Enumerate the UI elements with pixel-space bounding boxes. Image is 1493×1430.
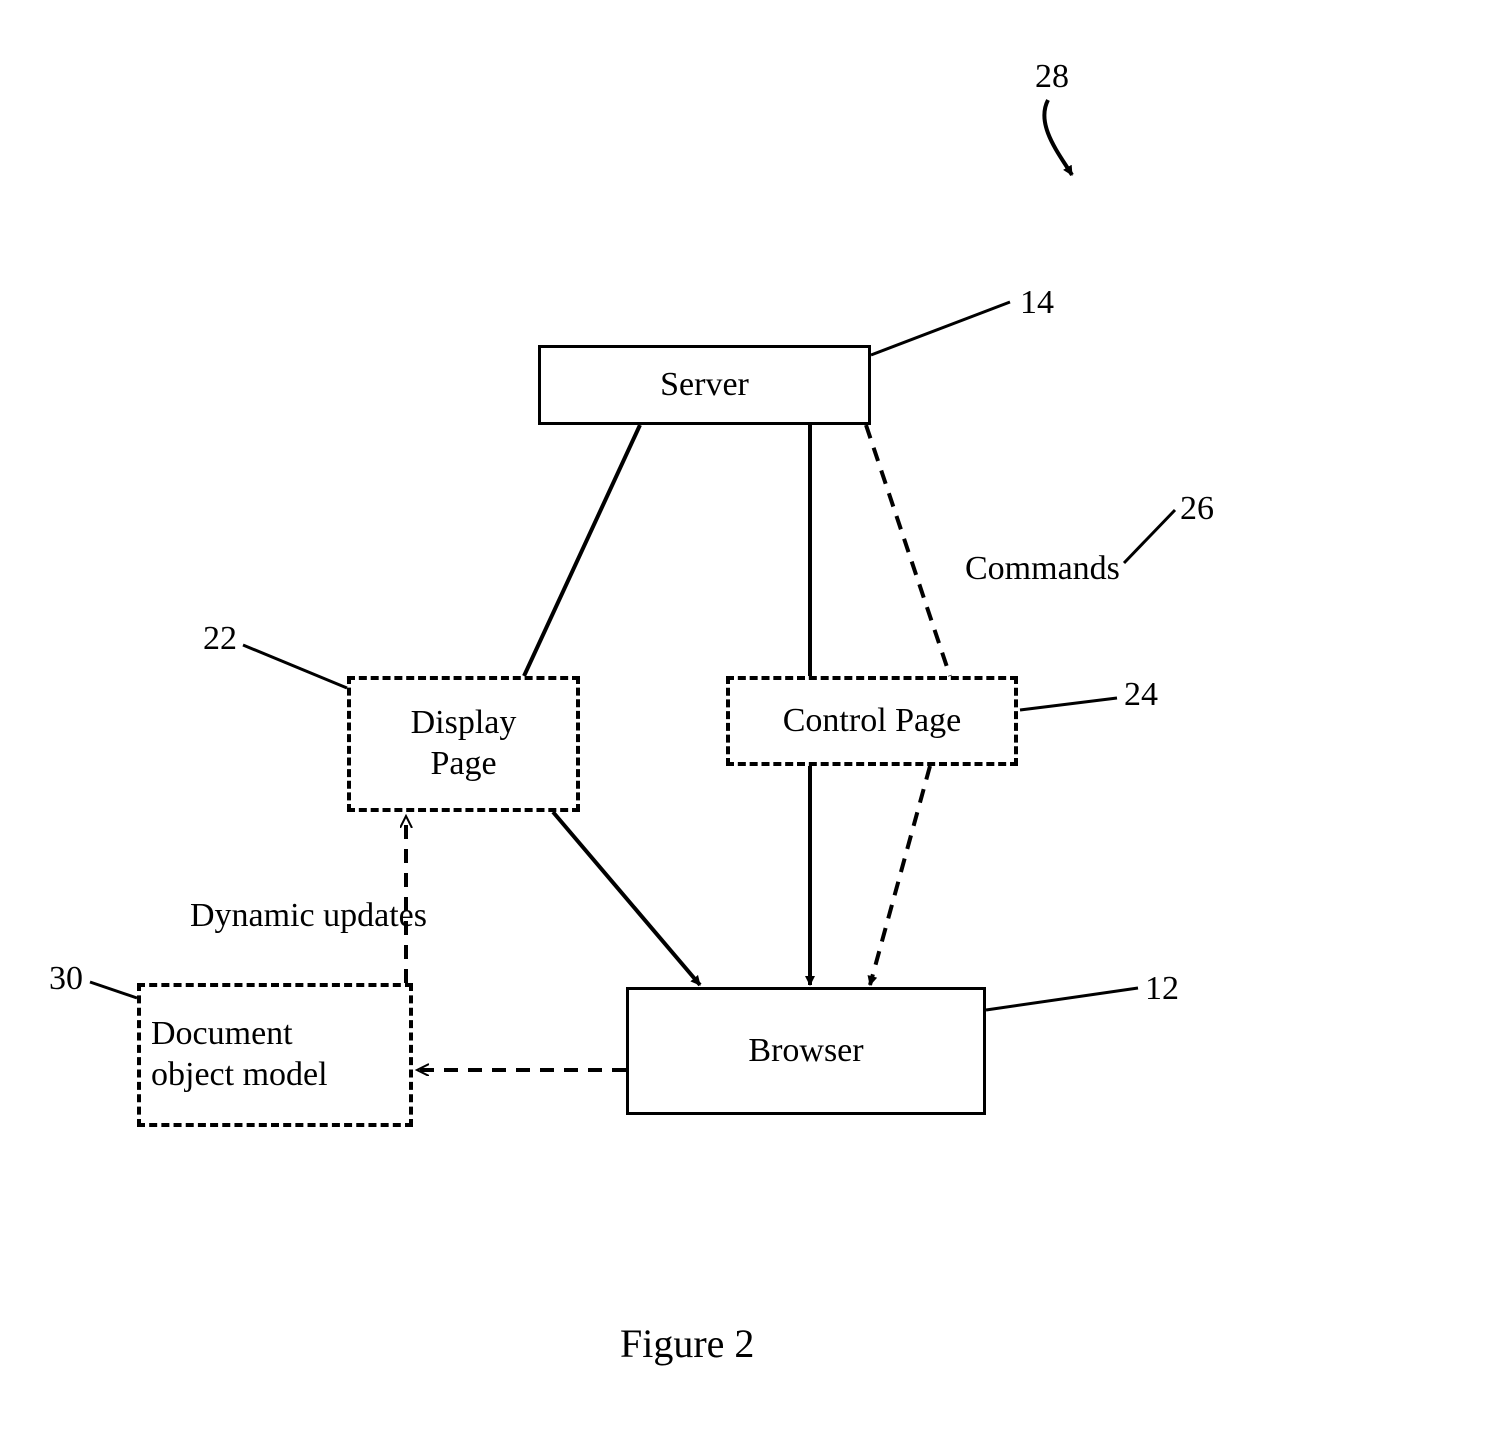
display-page-label: Display Page: [411, 703, 517, 785]
conn-server-display: [524, 425, 640, 676]
leader-14: [871, 302, 1010, 355]
control-page-box: Control Page: [726, 676, 1018, 766]
leader-24: [1020, 698, 1117, 710]
browser-label: Browser: [748, 1031, 863, 1072]
figure-ref-28: 28: [1035, 58, 1069, 96]
control-page-label: Control Page: [783, 701, 961, 742]
leader-22: [243, 645, 347, 688]
commands-label: Commands: [965, 550, 1120, 588]
conn-display-browser: [553, 812, 700, 985]
dom-box: Document object model: [137, 983, 413, 1127]
dynamic-updates-label: Dynamic updates: [190, 897, 427, 935]
dom-ref-30: 30: [49, 960, 83, 998]
browser-box: Browser: [626, 987, 986, 1115]
leader-30: [90, 982, 137, 998]
display-page-box: Display Page: [347, 676, 580, 812]
conn-server-control-dashed: [866, 425, 950, 676]
server-label: Server: [660, 365, 749, 406]
browser-ref-12: 12: [1145, 970, 1179, 1008]
dom-label: Document object model: [151, 1014, 328, 1096]
display-page-ref-22: 22: [203, 620, 237, 658]
server-box: Server: [538, 345, 871, 425]
leader-26: [1124, 510, 1175, 563]
diagram-canvas: Server Display Page Control Page Documen…: [0, 0, 1493, 1430]
conn-control-browser-dashed: [870, 766, 930, 985]
leader-12: [986, 988, 1138, 1010]
server-ref-14: 14: [1020, 284, 1054, 322]
curvy-arrow-28: [1044, 100, 1072, 175]
commands-ref-26: 26: [1180, 490, 1214, 528]
figure-caption: Figure 2: [620, 1320, 754, 1367]
control-page-ref-24: 24: [1124, 676, 1158, 714]
